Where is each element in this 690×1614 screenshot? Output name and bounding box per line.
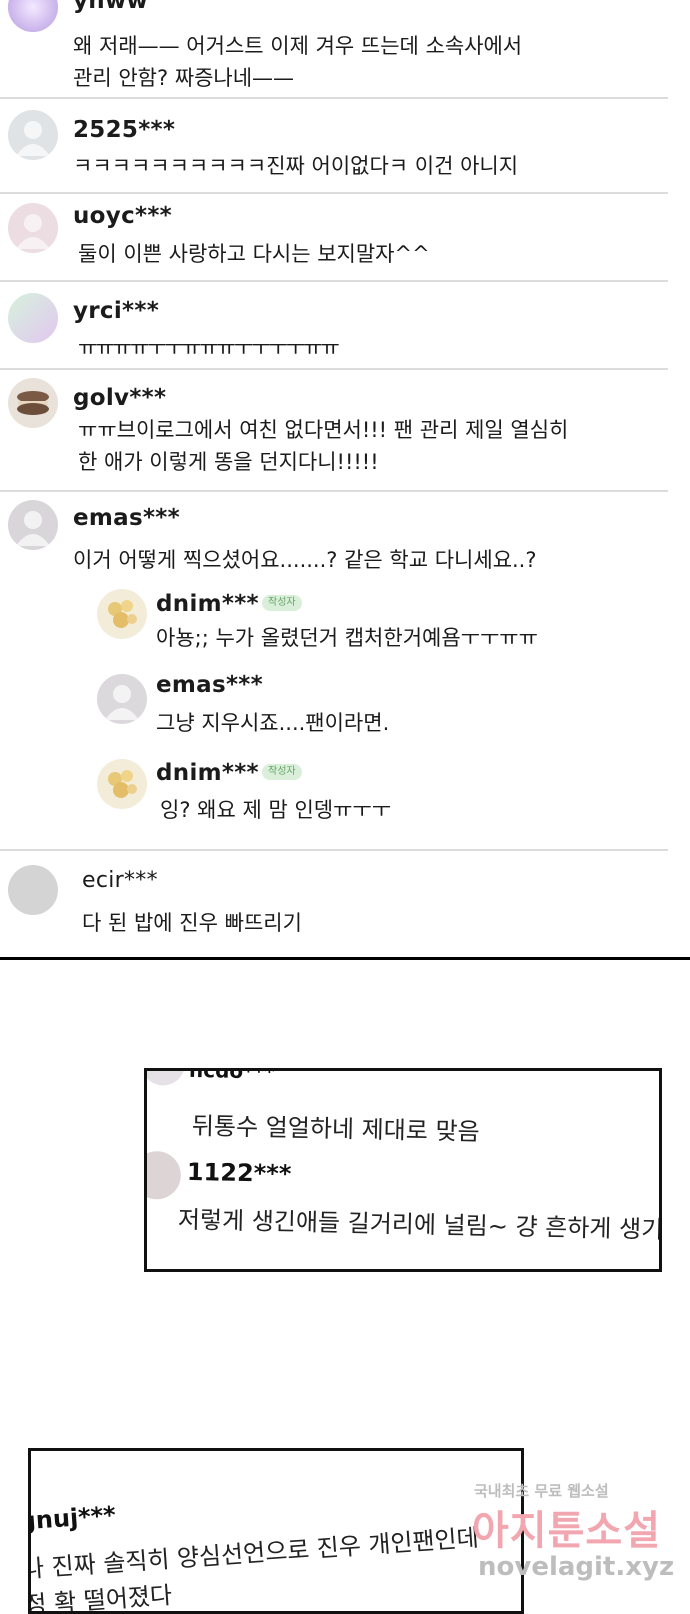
comment-divider (0, 849, 668, 851)
avatar[interactable] (8, 110, 58, 160)
site-watermark: 국내최초 무료 웹소설 아지툰소설 novelagit.xyz (460, 1480, 674, 1590)
comment-text: 왜 저래—— 어거스트 이제 겨우 뜨는데 소속사에서 (73, 34, 523, 58)
comment-text: ㅠㅠ브이로그에서 여친 없다면서!!! 팬 관리 제일 열심히 (78, 418, 569, 442)
avatar[interactable] (8, 203, 58, 253)
comment-divider (0, 368, 668, 370)
comment-username[interactable]: 2525*** (73, 117, 175, 143)
avatar[interactable] (8, 0, 58, 32)
reply-username[interactable]: emas*** (156, 672, 263, 698)
comment-username[interactable]: emas*** (73, 505, 180, 531)
comment-username[interactable]: uoyc*** (73, 203, 172, 229)
screenshot-panel: gnuj*** 나 진짜 솔직히 양심선언으로 진우 개인팬인데 정 확 떨어졌… (28, 1448, 524, 1614)
comment-text: 둘이 이쁜 사랑하고 다시는 보지말자^^ (78, 242, 430, 266)
comment-text: ㅋㅋㅋㅋㅋㅋㅋㅋㅋㅋ진짜 어이없다ㅋ 이건 아니지 (73, 154, 519, 178)
avatar[interactable] (97, 674, 147, 724)
comment-username[interactable]: golv*** (73, 385, 166, 411)
screenshot-panel: ncdo*** 뒤통수 얼얼하네 제대로 맞음 gnuj*** 1122*** … (144, 1068, 662, 1272)
reply-text: 잉? 왜요 제 맘 인뎅ㅠㅜㅜ (160, 798, 392, 822)
panel-comment-text: 저렇게 생긴애들 길거리에 널림~ 걍 흔하게 생기 (177, 1205, 662, 1244)
reply-text: 그냥 지우시죠....팬이라면. (156, 711, 390, 735)
panel-username: 1122*** (186, 1157, 292, 1189)
avatar[interactable] (8, 500, 58, 550)
macaron-avatar-icon[interactable] (8, 378, 58, 428)
comment-text: 이거 어떻게 찍으셨어요.......? 같은 학교 다니세요..? (73, 548, 537, 572)
avatar (147, 1150, 182, 1200)
comment-text: 관리 안함? 짜증나네—— (73, 66, 295, 90)
reply-text: 아뇽;; 누가 올렸던거 캡처한거예욤ㅜㅜㅠㅠ (156, 626, 538, 650)
comment-text: 한 애가 이렇게 똥을 던지다니!!!!! (78, 450, 379, 474)
panel-comment-text: 뒤통수 얼얼하네 제대로 맞음 (191, 1111, 480, 1146)
section-divider (0, 957, 690, 960)
panel-username: gnuj*** (28, 1500, 117, 1536)
comment-username[interactable]: yhww (73, 0, 148, 14)
avatar[interactable] (97, 589, 147, 639)
reply-username[interactable]: dnim*** (156, 760, 259, 786)
avatar (147, 1071, 186, 1086)
comment-text: ㅠㅠㅠㅠㅜㅜㅠㅠㅠㅜㅜㅜㅜㅠㅠ (78, 336, 340, 360)
comment-text: 다 된 밥에 진우 빠뜨리기 (82, 911, 302, 935)
panel-username: ncdo*** (188, 1068, 275, 1084)
comment-username[interactable]: yrci*** (73, 298, 159, 324)
author-badge: 작성자 (262, 764, 302, 780)
comment-divider (0, 192, 668, 194)
comment-divider (0, 280, 668, 282)
reply-username[interactable]: dnim*** (156, 591, 259, 617)
avatar[interactable] (97, 759, 147, 809)
comment-divider (0, 490, 668, 492)
comment-divider (0, 97, 668, 99)
watermark-url: novelagit.xyz (478, 1552, 675, 1582)
avatar[interactable] (8, 865, 58, 915)
watermark-logo-text: 아지툰소설 (472, 1508, 661, 1554)
comment-list: yhww 왜 저래—— 어거스트 이제 겨우 뜨는데 소속사에서 관리 안함? … (0, 0, 690, 958)
avatar[interactable] (8, 293, 58, 343)
comment-username[interactable]: ecir*** (82, 868, 158, 893)
author-badge: 작성자 (262, 595, 302, 611)
